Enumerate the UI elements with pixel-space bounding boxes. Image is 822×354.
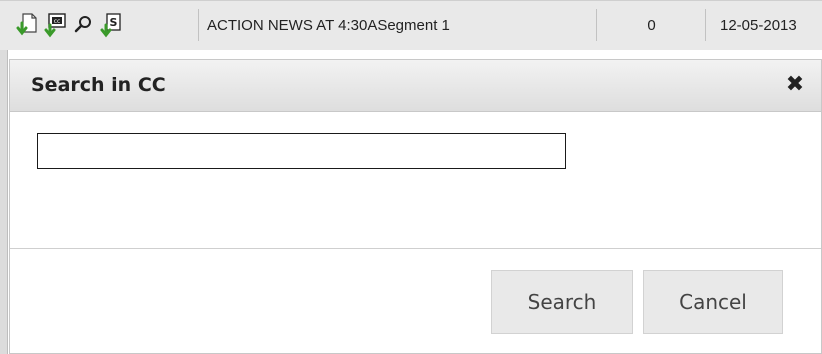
results-table-row: cc S ACTION NEWS AT 4:30ASegment 1 0 12-… xyxy=(0,0,822,50)
download-document-icon[interactable] xyxy=(16,12,38,38)
row-date-cell: 12-05-2013 xyxy=(705,9,822,41)
row-title-cell: ACTION NEWS AT 4:30ASegment 1 xyxy=(198,9,596,41)
cc-badge-text: cc xyxy=(54,18,61,25)
dialog-title: Search in CC xyxy=(31,74,166,96)
search-magnifier-icon[interactable] xyxy=(72,12,94,38)
search-input[interactable] xyxy=(37,133,566,169)
download-cc-icon[interactable]: cc xyxy=(44,12,66,38)
underlying-page-edge xyxy=(0,50,8,354)
row-count-cell: 0 xyxy=(596,9,706,41)
search-button[interactable]: Search xyxy=(491,270,633,334)
download-script-icon[interactable]: S xyxy=(100,12,122,38)
search-in-cc-dialog: Search in CC ✖ Search Cancel xyxy=(9,59,822,354)
dialog-header: Search in CC ✖ xyxy=(10,60,821,112)
cancel-button[interactable]: Cancel xyxy=(643,270,783,334)
script-badge-text: S xyxy=(110,16,118,29)
close-icon[interactable]: ✖ xyxy=(783,72,807,97)
row-actions-cell: cc S xyxy=(0,9,198,41)
dialog-footer-divider xyxy=(10,248,821,249)
